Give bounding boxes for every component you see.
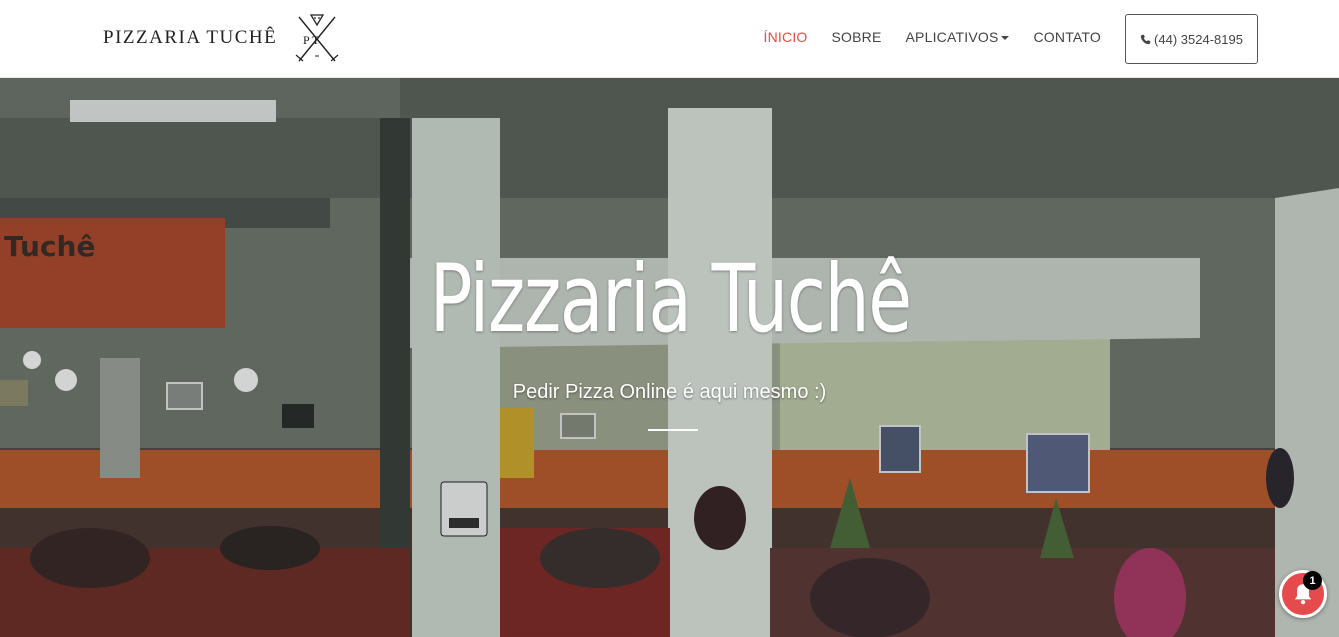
hero-overlay [0, 78, 1339, 637]
nav-item-sobre: SOBRE [832, 29, 882, 47]
phone-button[interactable]: (44) 3524-8195 [1125, 14, 1258, 64]
hero-divider [648, 429, 698, 431]
nav-link-sobre[interactable]: SOBRE [832, 29, 882, 45]
nav-item-inicio: ÍNICIO [764, 29, 808, 47]
phone-number: (44) 3524-8195 [1154, 31, 1243, 47]
hero-title: Pizzaria Tuchê [429, 245, 913, 354]
nav-link-contato[interactable]: CONTATO [1033, 29, 1101, 45]
caret-down-icon [1001, 36, 1010, 41]
main-nav: ÍNICIO SOBRE APLICATIVOS CONTATO [740, 0, 1101, 76]
notification-count-badge: 1 [1303, 571, 1322, 590]
navbar: PIZZARIA TUCHÊ P T ÍNICIO SOBRE APLICATI… [0, 0, 1339, 78]
nav-item-contato: CONTATO [1033, 29, 1101, 47]
nav-link-inicio[interactable]: ÍNICIO [764, 29, 808, 45]
phone-icon [1140, 34, 1151, 44]
nav-item-aplicativos: APLICATIVOS [906, 29, 1010, 47]
logo-letters: P T [303, 33, 320, 47]
nav-link-aplicativos[interactable]: APLICATIVOS [906, 29, 1010, 45]
nav-link-aplicativos-label: APLICATIVOS [905, 29, 999, 45]
hero-subtitle: Pedir Pizza Online é aqui mesmo :) [512, 381, 827, 403]
brand-name: PIZZARIA TUCHÊ [103, 27, 278, 48]
brand-link[interactable]: PIZZARIA TUCHÊ P T [103, 0, 341, 76]
hero-section: Tuchê Pizzaria Tuchê Pedir Pizza Online … [0, 78, 1339, 637]
crossed-swords-logo-icon: P T [295, 14, 339, 62]
